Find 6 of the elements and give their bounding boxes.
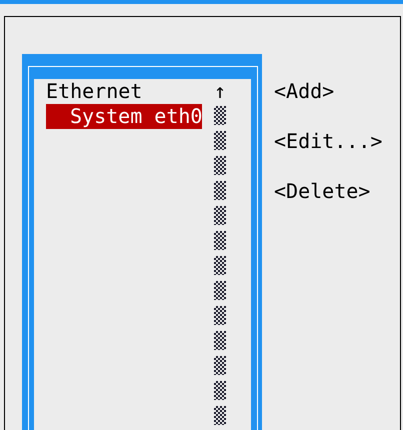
action-button[interactable]: <Edit...>	[274, 129, 382, 154]
action-button[interactable]: <Delete>	[274, 179, 382, 204]
list-item[interactable]: System eth0	[46, 104, 202, 129]
scroll-up-arrow[interactable]: ↑	[214, 79, 226, 104]
list-heading: Ethernet	[46, 79, 142, 104]
action-button[interactable]: <Add>	[274, 79, 382, 104]
